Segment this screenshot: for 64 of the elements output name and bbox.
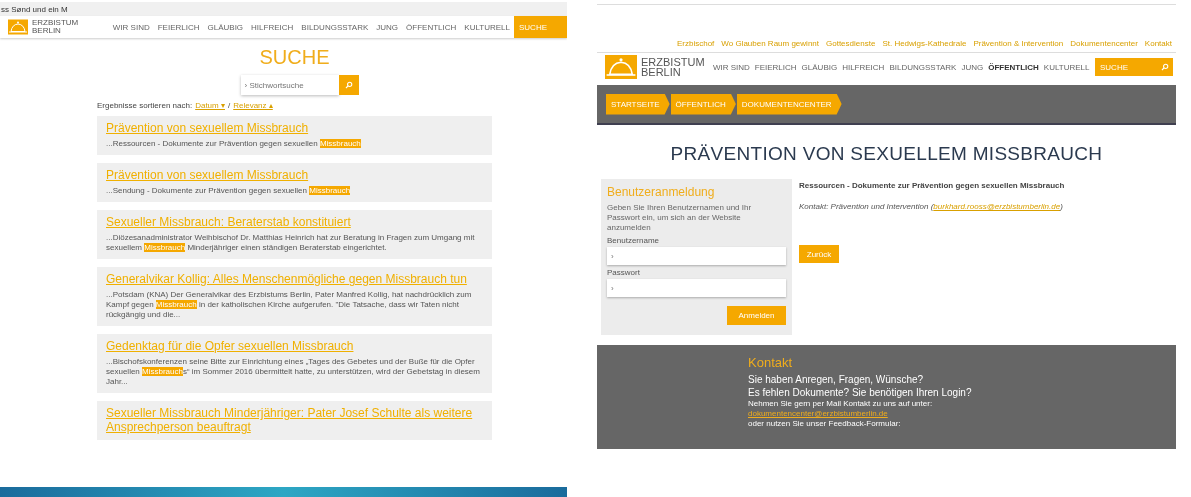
breadcrumb-item[interactable]: ÖFFENTLICH: [670, 93, 736, 115]
top-link[interactable]: Wo Glauben Raum gewinnt: [721, 39, 819, 48]
footer-heading: Es fehlen Dokumente? Sie benötigen Ihren Login?: [748, 386, 973, 399]
top-link[interactable]: Prävention & Intervention: [973, 39, 1064, 48]
separator-text: /: [227, 101, 231, 110]
top-link[interactable]: St. Hedwigs-Kathedrale: [882, 39, 967, 48]
sort-link[interactable]: Relevanz ▴: [233, 101, 273, 110]
nav-item[interactable]: BILDUNGSSTARK: [297, 16, 373, 38]
top-link[interactable]: Kontakt: [1144, 39, 1172, 48]
footer-text: Nehmen Sie gern per Mail Kontakt zu uns auf unter:: [748, 399, 934, 409]
top-link[interactable]: Dokumentencenter: [1070, 39, 1138, 48]
nav-item[interactable]: WIR SIND: [710, 62, 753, 72]
field-label: Benutzername: [607, 236, 661, 245]
contact-text: Kontakt: Prävention und Intervention (burkhard.rooss@erzbistumberlin.de): [799, 202, 1064, 211]
result-title-link[interactable]: Sexueller Missbrauch: Beraterstab konstituiert: [106, 215, 484, 229]
description-text: Ressourcen - Dokumente zur Prävention gegen sexuellen Missbrauch: [799, 181, 1066, 190]
footer-text: oder nutzen Sie unser Feedback-Formular:: [748, 419, 902, 429]
page-title: PRÄVENTION VON SEXUELLEM MISSBRAUCH: [669, 143, 1104, 165]
nav-item[interactable]: FEIERLICH: [153, 16, 204, 38]
nav-item[interactable]: GLÄUBIG: [799, 62, 840, 72]
result-snippet: ...Potsdam (KNA) Der Generalvikar des Erzbistums Berlin, Pater Manfred Kollig, hat nachdrücklich zum Kampf gegen Missbrauch in der katholischen Kirche aufgerufen. "Die Tatsache, dass wir Taten nicht rückgängig und die...: [106, 290, 473, 320]
top-strip-text: ss Sønd und ein M: [1, 4, 68, 14]
footer-heading: Sie haben Anregen, Fragen, Wünsche?: [748, 373, 925, 386]
result-title-link[interactable]: Prävention von sexuellem Missbrauch: [106, 168, 484, 182]
result-snippet: ...Ressourcen - Dokumente zur Prävention gegen sexuellen Missbrauch: [106, 139, 362, 149]
sort-link[interactable]: Datum ▾: [195, 101, 225, 110]
result-title-link[interactable]: Sexueller Missbrauch Minderjähriger: Pater Josef Schulte als weitere Ansprechperson beauftragt: [106, 406, 484, 434]
top-link[interactable]: Gottesdienste: [826, 39, 876, 48]
nav-item[interactable]: GLÄUBIG: [203, 16, 248, 38]
breadcrumb-item[interactable]: STARTSEITE: [606, 93, 670, 115]
breadcrumb-item[interactable]: DOKUMENTENCENTER: [736, 93, 842, 115]
nav-item[interactable]: JUNG: [372, 16, 403, 38]
logo-text[interactable]: ERZBISTUM BERLIN: [641, 57, 705, 77]
sort-label: Ergebnisse sortieren nach:: [97, 101, 193, 110]
page-title: SUCHE: [258, 46, 331, 69]
nav-item[interactable]: HILFREICH: [839, 62, 887, 72]
logo-text[interactable]: ERZBISTUM BERLIN: [32, 19, 79, 35]
login-button[interactable]: Anmelden: [727, 306, 786, 325]
result-title-link[interactable]: Generalvikar Kollig: Alles Menschenmögliche gegen Missbrauch tun: [106, 272, 484, 286]
nav-item[interactable]: FEIERLICH: [752, 62, 800, 72]
result-title-link[interactable]: Gedenktag für die Opfer sexuellen Missbrauch: [106, 339, 484, 353]
result-snippet: ...Diözesanadministrator Weihbischof Dr. Matthias Heinrich hat zur Beratung in Fragen zum Umgang mit sexuellem Missbrauch Minderjähriger einen ständigen Beraterstab eingerichtet.: [106, 233, 476, 253]
search-field[interactable]: SUCHE: [1095, 58, 1157, 76]
login-title: Benutzeranmeldung: [607, 185, 716, 199]
nav-item[interactable]: WIR SIND: [108, 16, 154, 38]
result-title-link[interactable]: Prävention von sexuellem Missbrauch: [106, 121, 484, 135]
field-label: Passwort: [607, 268, 641, 277]
top-link[interactable]: Erzbischof: [676, 39, 715, 48]
nav-item[interactable]: ÖFFENTLICH: [402, 16, 461, 38]
login-intro: Geben Sie Ihren Benutzernamen und Ihr Passwort ein, um sich an der Website anzumelden: [607, 203, 753, 233]
nav-item[interactable]: JUNG: [958, 62, 986, 72]
search-field[interactable]: › Stichwortsuche: [240, 75, 339, 95]
back-button[interactable]: Zurück: [799, 245, 839, 263]
result-snippet: ...Sendung - Dokumente zur Prävention gegen sexuellen Missbrauch: [106, 186, 352, 196]
nav-item[interactable]: BILDUNGSSTARK: [886, 62, 959, 72]
nav-item[interactable]: KULTURELL: [460, 16, 514, 38]
input-field[interactable]: ›: [607, 247, 786, 265]
email-link[interactable]: dokumentencenter@erzbistumberlin.de: [748, 409, 1176, 419]
nav-item[interactable]: HILFREICH: [247, 16, 298, 38]
nav-item[interactable]: ÖFFENTLICH: [985, 62, 1042, 72]
nav-item[interactable]: KULTURELL: [1041, 62, 1092, 72]
footer-title: Kontakt: [748, 355, 794, 370]
nav-item[interactable]: SUCHE: [514, 16, 567, 38]
input-field[interactable]: ›: [607, 279, 786, 297]
